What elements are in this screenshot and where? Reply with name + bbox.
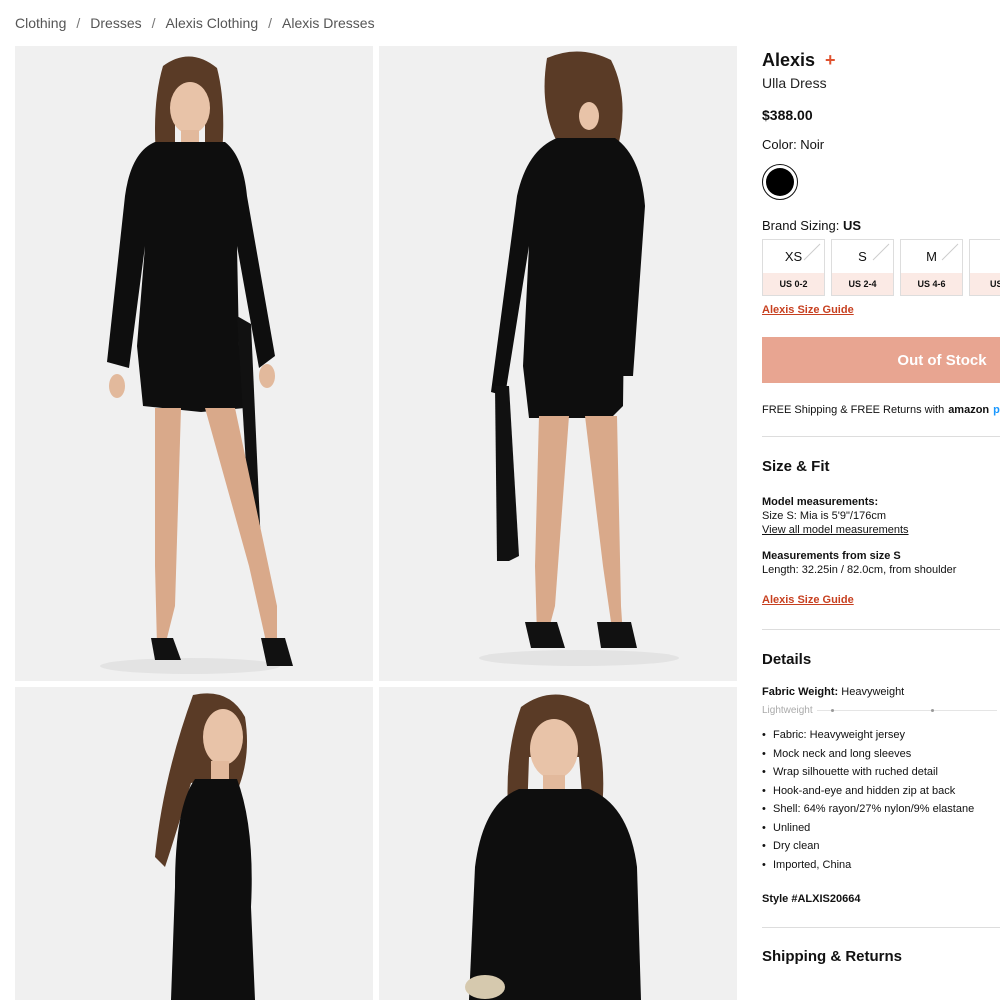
size-option-s[interactable]: S US 2-4 [831, 239, 894, 296]
measurements-text: Length: 32.25in / 82.0cm, from shoulder [762, 564, 957, 576]
detail-item: Wrap silhouette with ruched detail [762, 763, 1000, 782]
brand-row: Alexis + [762, 50, 1000, 71]
product-image-back[interactable] [379, 46, 737, 681]
details-heading[interactable]: Details [762, 651, 1000, 668]
weight-track [816, 707, 997, 715]
fabric-weight-value: Heavyweight [841, 686, 905, 698]
out-of-stock-button[interactable]: Out of Stock [762, 337, 1000, 383]
unavailable-slash-icon [941, 243, 959, 261]
breadcrumb-dresses[interactable]: Dresses [90, 15, 141, 31]
product-gallery [15, 46, 737, 1000]
details-list: Fabric: Heavyweight jersey Mock neck and… [762, 726, 1000, 874]
prime-logo: pri [993, 404, 1000, 416]
divider [762, 927, 1000, 928]
size-us-equivalent: US 4-6 [901, 273, 962, 295]
product-price: $388.00 [762, 107, 813, 123]
divider [762, 436, 1000, 437]
brand-name[interactable]: Alexis [762, 50, 815, 71]
breadcrumb-separator: / [151, 15, 156, 31]
measurements-label: Measurements from size S [762, 550, 901, 562]
breadcrumb-alexis-dresses[interactable]: Alexis Dresses [282, 15, 375, 31]
brand-sizing-prefix: Brand Sizing: [762, 218, 840, 233]
detail-item: Hook-and-eye and hidden zip at back [762, 782, 1000, 801]
color-label: Color: Noir [762, 137, 825, 152]
measurements-heading: Measurements from size S [762, 549, 1000, 563]
product-image-front[interactable] [15, 46, 373, 681]
weight-tick [830, 708, 834, 712]
shipping-text: FREE Shipping & FREE Returns with [762, 404, 945, 416]
product-image-side[interactable] [15, 687, 373, 1000]
size-fit-heading[interactable]: Size & Fit [762, 458, 1000, 475]
model-measurements-heading: Model measurements: [762, 495, 1000, 509]
breadcrumb: Clothing / Dresses / Alexis Clothing / A… [15, 15, 375, 31]
size-us-equivalent: US 0-2 [763, 273, 824, 295]
model-measurements-label: Model measurements: [762, 496, 879, 508]
brand-sizing-label: Brand Sizing: US [762, 218, 1000, 233]
detail-item: Fabric: Heavyweight jersey [762, 726, 1000, 745]
plus-icon[interactable]: + [825, 50, 836, 71]
swatch-fill [766, 168, 794, 196]
product-name: Ulla Dress [762, 75, 827, 91]
unavailable-slash-icon [872, 243, 890, 261]
view-model-measurements-link[interactable]: View all model measurements [762, 523, 1000, 537]
amazon-logo: amazon [948, 404, 990, 416]
detail-item: Shell: 64% rayon/27% nylon/9% elastane [762, 800, 1000, 819]
divider [762, 629, 1000, 630]
size-option-l[interactable]: L US 8 [969, 239, 1000, 296]
weight-scale-left-label: Lightweight [762, 705, 813, 716]
size-selector: XS US 0-2 S US 2-4 M US 4-6 L US 8 [762, 239, 1000, 296]
detail-item: Dry clean [762, 837, 1000, 856]
fabric-weight-label: Fabric Weight: [762, 686, 839, 698]
fabric-weight: Fabric Weight: Heavyweight [762, 685, 1000, 699]
size-option-m[interactable]: M US 4-6 [900, 239, 963, 296]
unavailable-slash-icon [803, 243, 821, 261]
breadcrumb-clothing[interactable]: Clothing [15, 15, 66, 31]
breadcrumb-separator: / [76, 15, 81, 31]
shipping-note: FREE Shipping & FREE Returns with amazon… [762, 404, 1000, 416]
product-details-panel: Alexis + Ulla Dress $388.00 Color: Noir … [762, 46, 1000, 1000]
shipping-returns-heading[interactable]: Shipping & Returns [762, 948, 1000, 965]
breadcrumb-alexis-clothing[interactable]: Alexis Clothing [166, 15, 259, 31]
size-label: L [970, 240, 1000, 273]
size-guide-link-2[interactable]: Alexis Size Guide [762, 594, 1000, 606]
breadcrumb-separator: / [268, 15, 273, 31]
product-image-closeup[interactable] [379, 687, 737, 1000]
brand-sizing-value: US [842, 218, 862, 233]
detail-item: Mock neck and long sleeves [762, 745, 1000, 764]
fabric-weight-scale: Lightweight [762, 705, 1000, 716]
color-swatch-noir[interactable] [762, 164, 798, 200]
style-number: Style #ALXIS20664 [762, 893, 861, 905]
detail-item: Imported, China [762, 856, 1000, 875]
size-us-equivalent: US 8 [970, 273, 1000, 295]
size-us-equivalent: US 2-4 [832, 273, 893, 295]
detail-item: Unlined [762, 819, 1000, 838]
size-option-xs[interactable]: XS US 0-2 [762, 239, 825, 296]
model-measurements-text: Size S: Mia is 5'9"/176cm [762, 510, 886, 522]
size-guide-link[interactable]: Alexis Size Guide [762, 304, 1000, 316]
weight-tick [930, 708, 934, 712]
